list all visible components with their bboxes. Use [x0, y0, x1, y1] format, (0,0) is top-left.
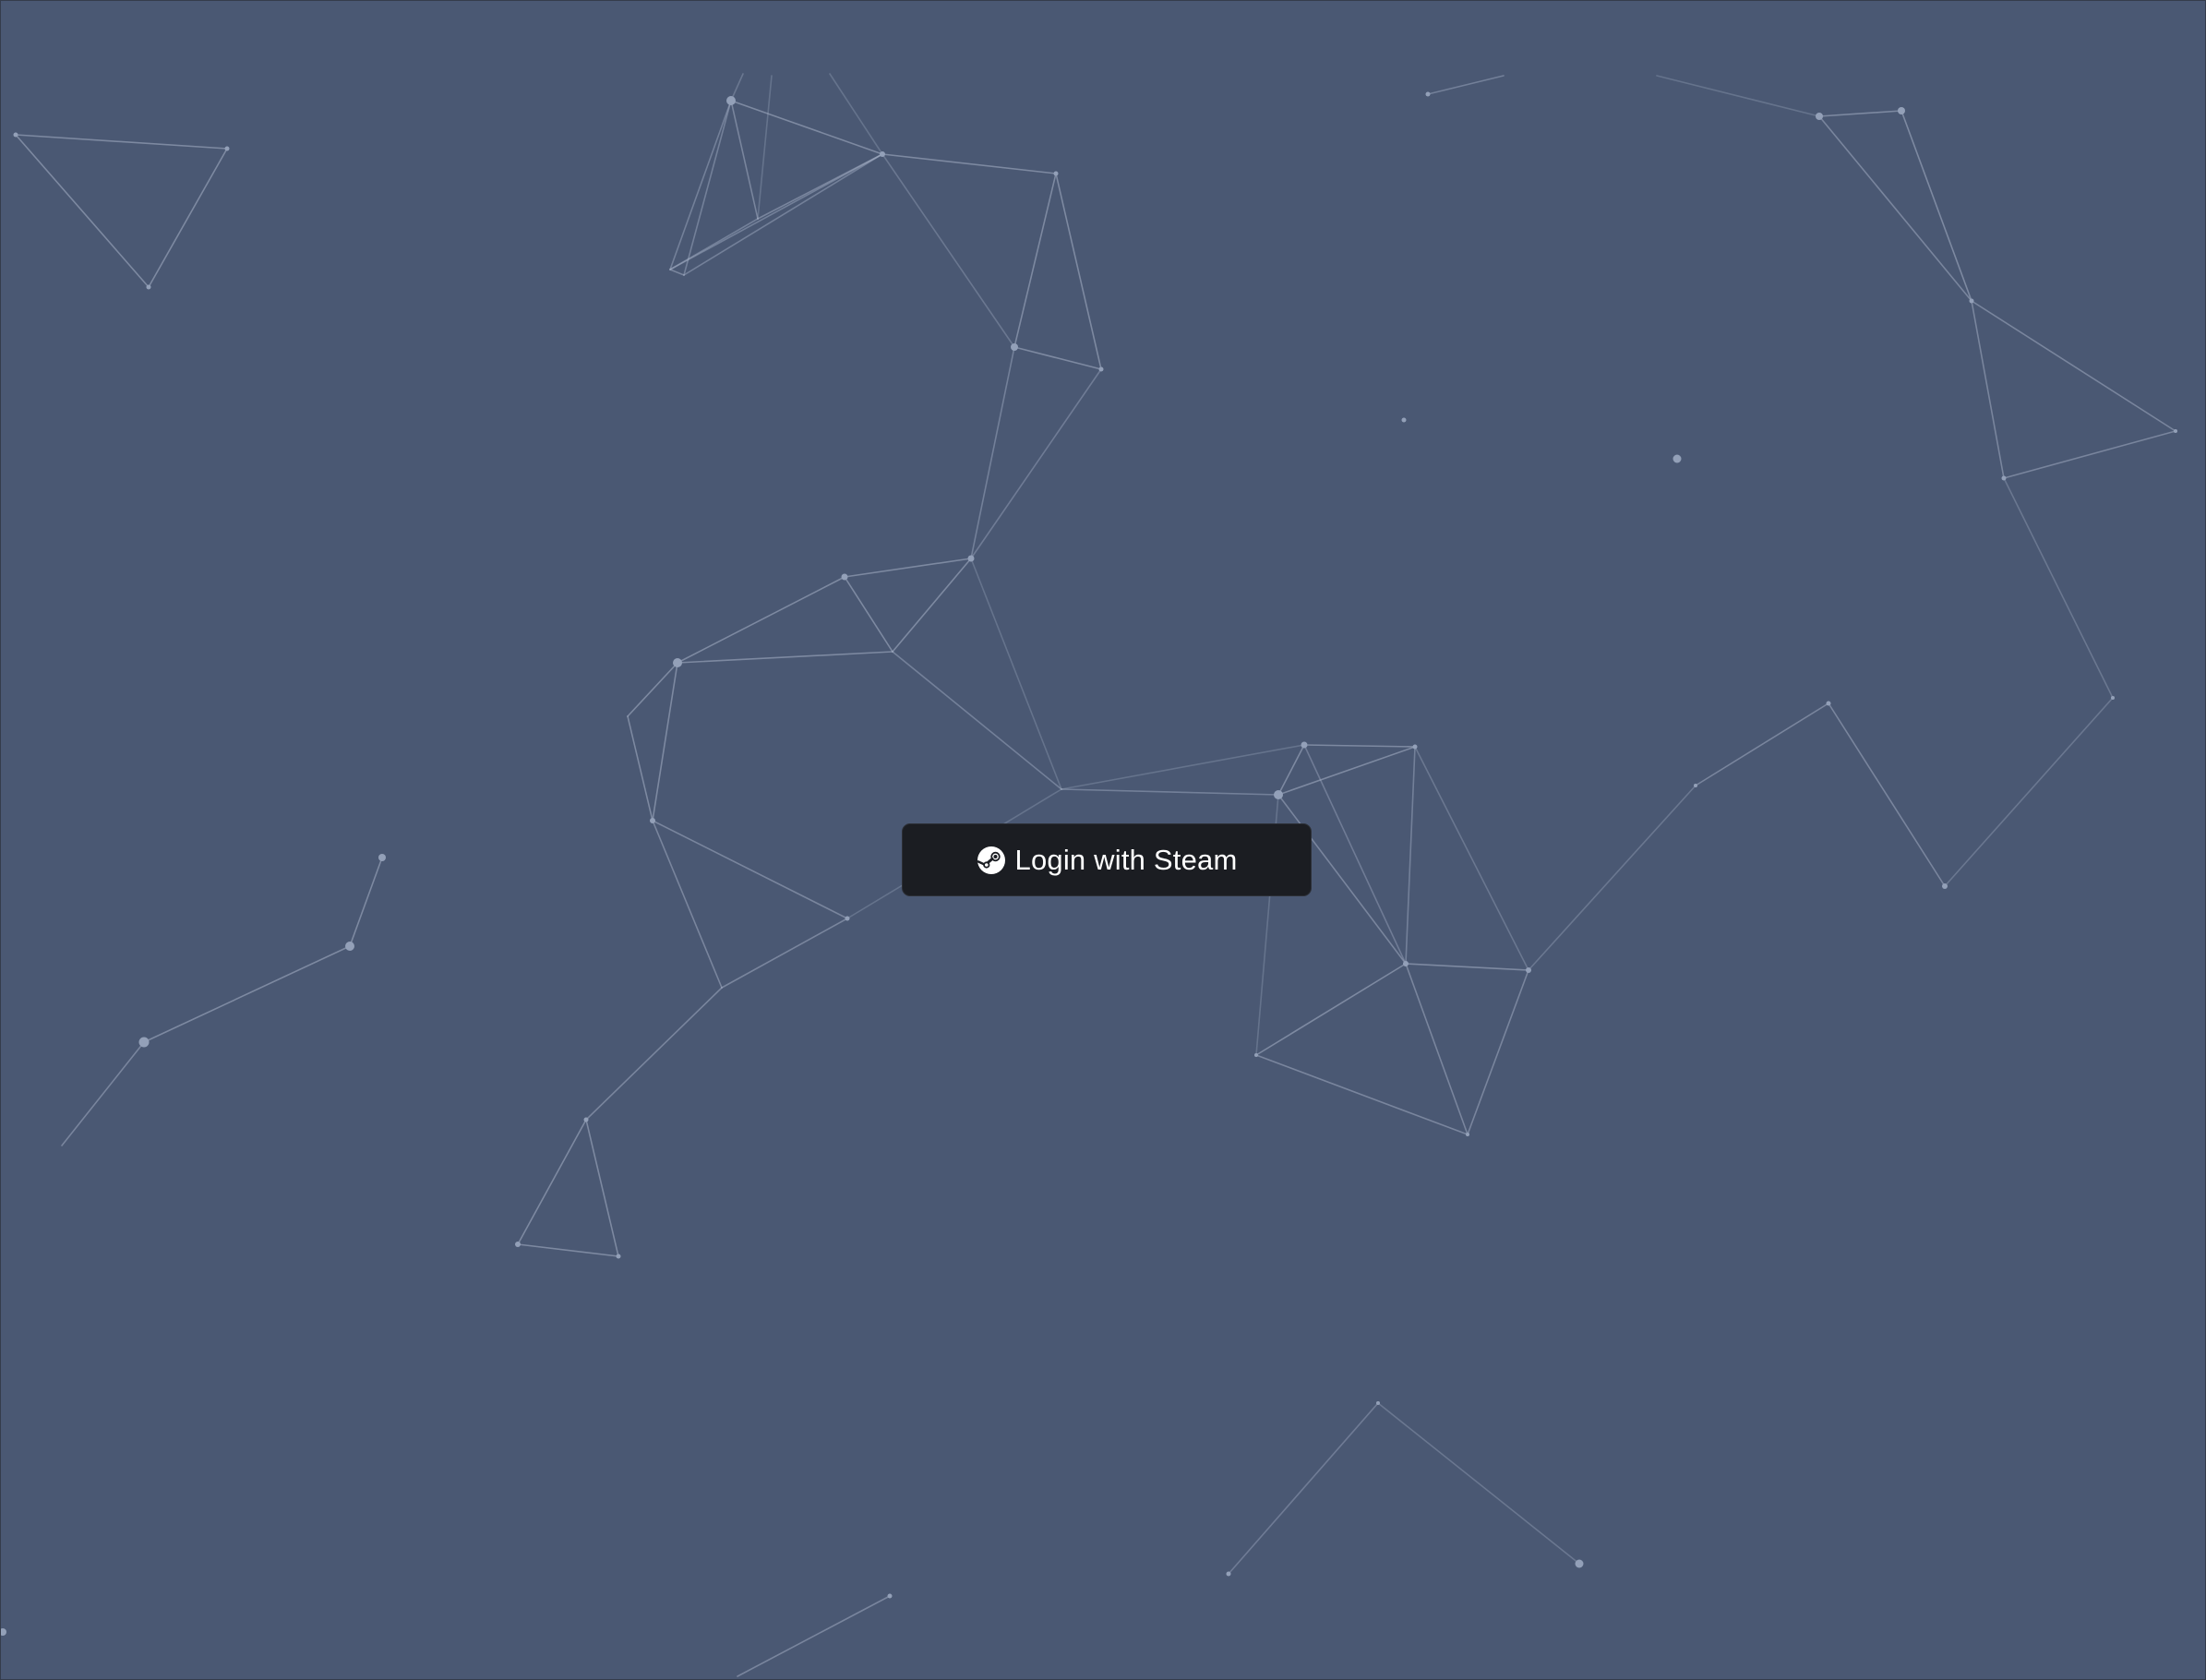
particle-cluster	[1, 1401, 1584, 1677]
login-page: Login with Steam	[0, 0, 2206, 1680]
particle-cluster	[1061, 741, 1696, 1136]
particle-cluster	[1401, 75, 2177, 889]
particle-cluster	[61, 854, 386, 1146]
steam-icon	[976, 846, 1005, 874]
particle-cluster	[515, 73, 1104, 1259]
login-button-label: Login with Steam	[1014, 844, 1238, 876]
particle-cluster	[13, 132, 230, 290]
login-with-steam-button[interactable]: Login with Steam	[902, 823, 1312, 896]
